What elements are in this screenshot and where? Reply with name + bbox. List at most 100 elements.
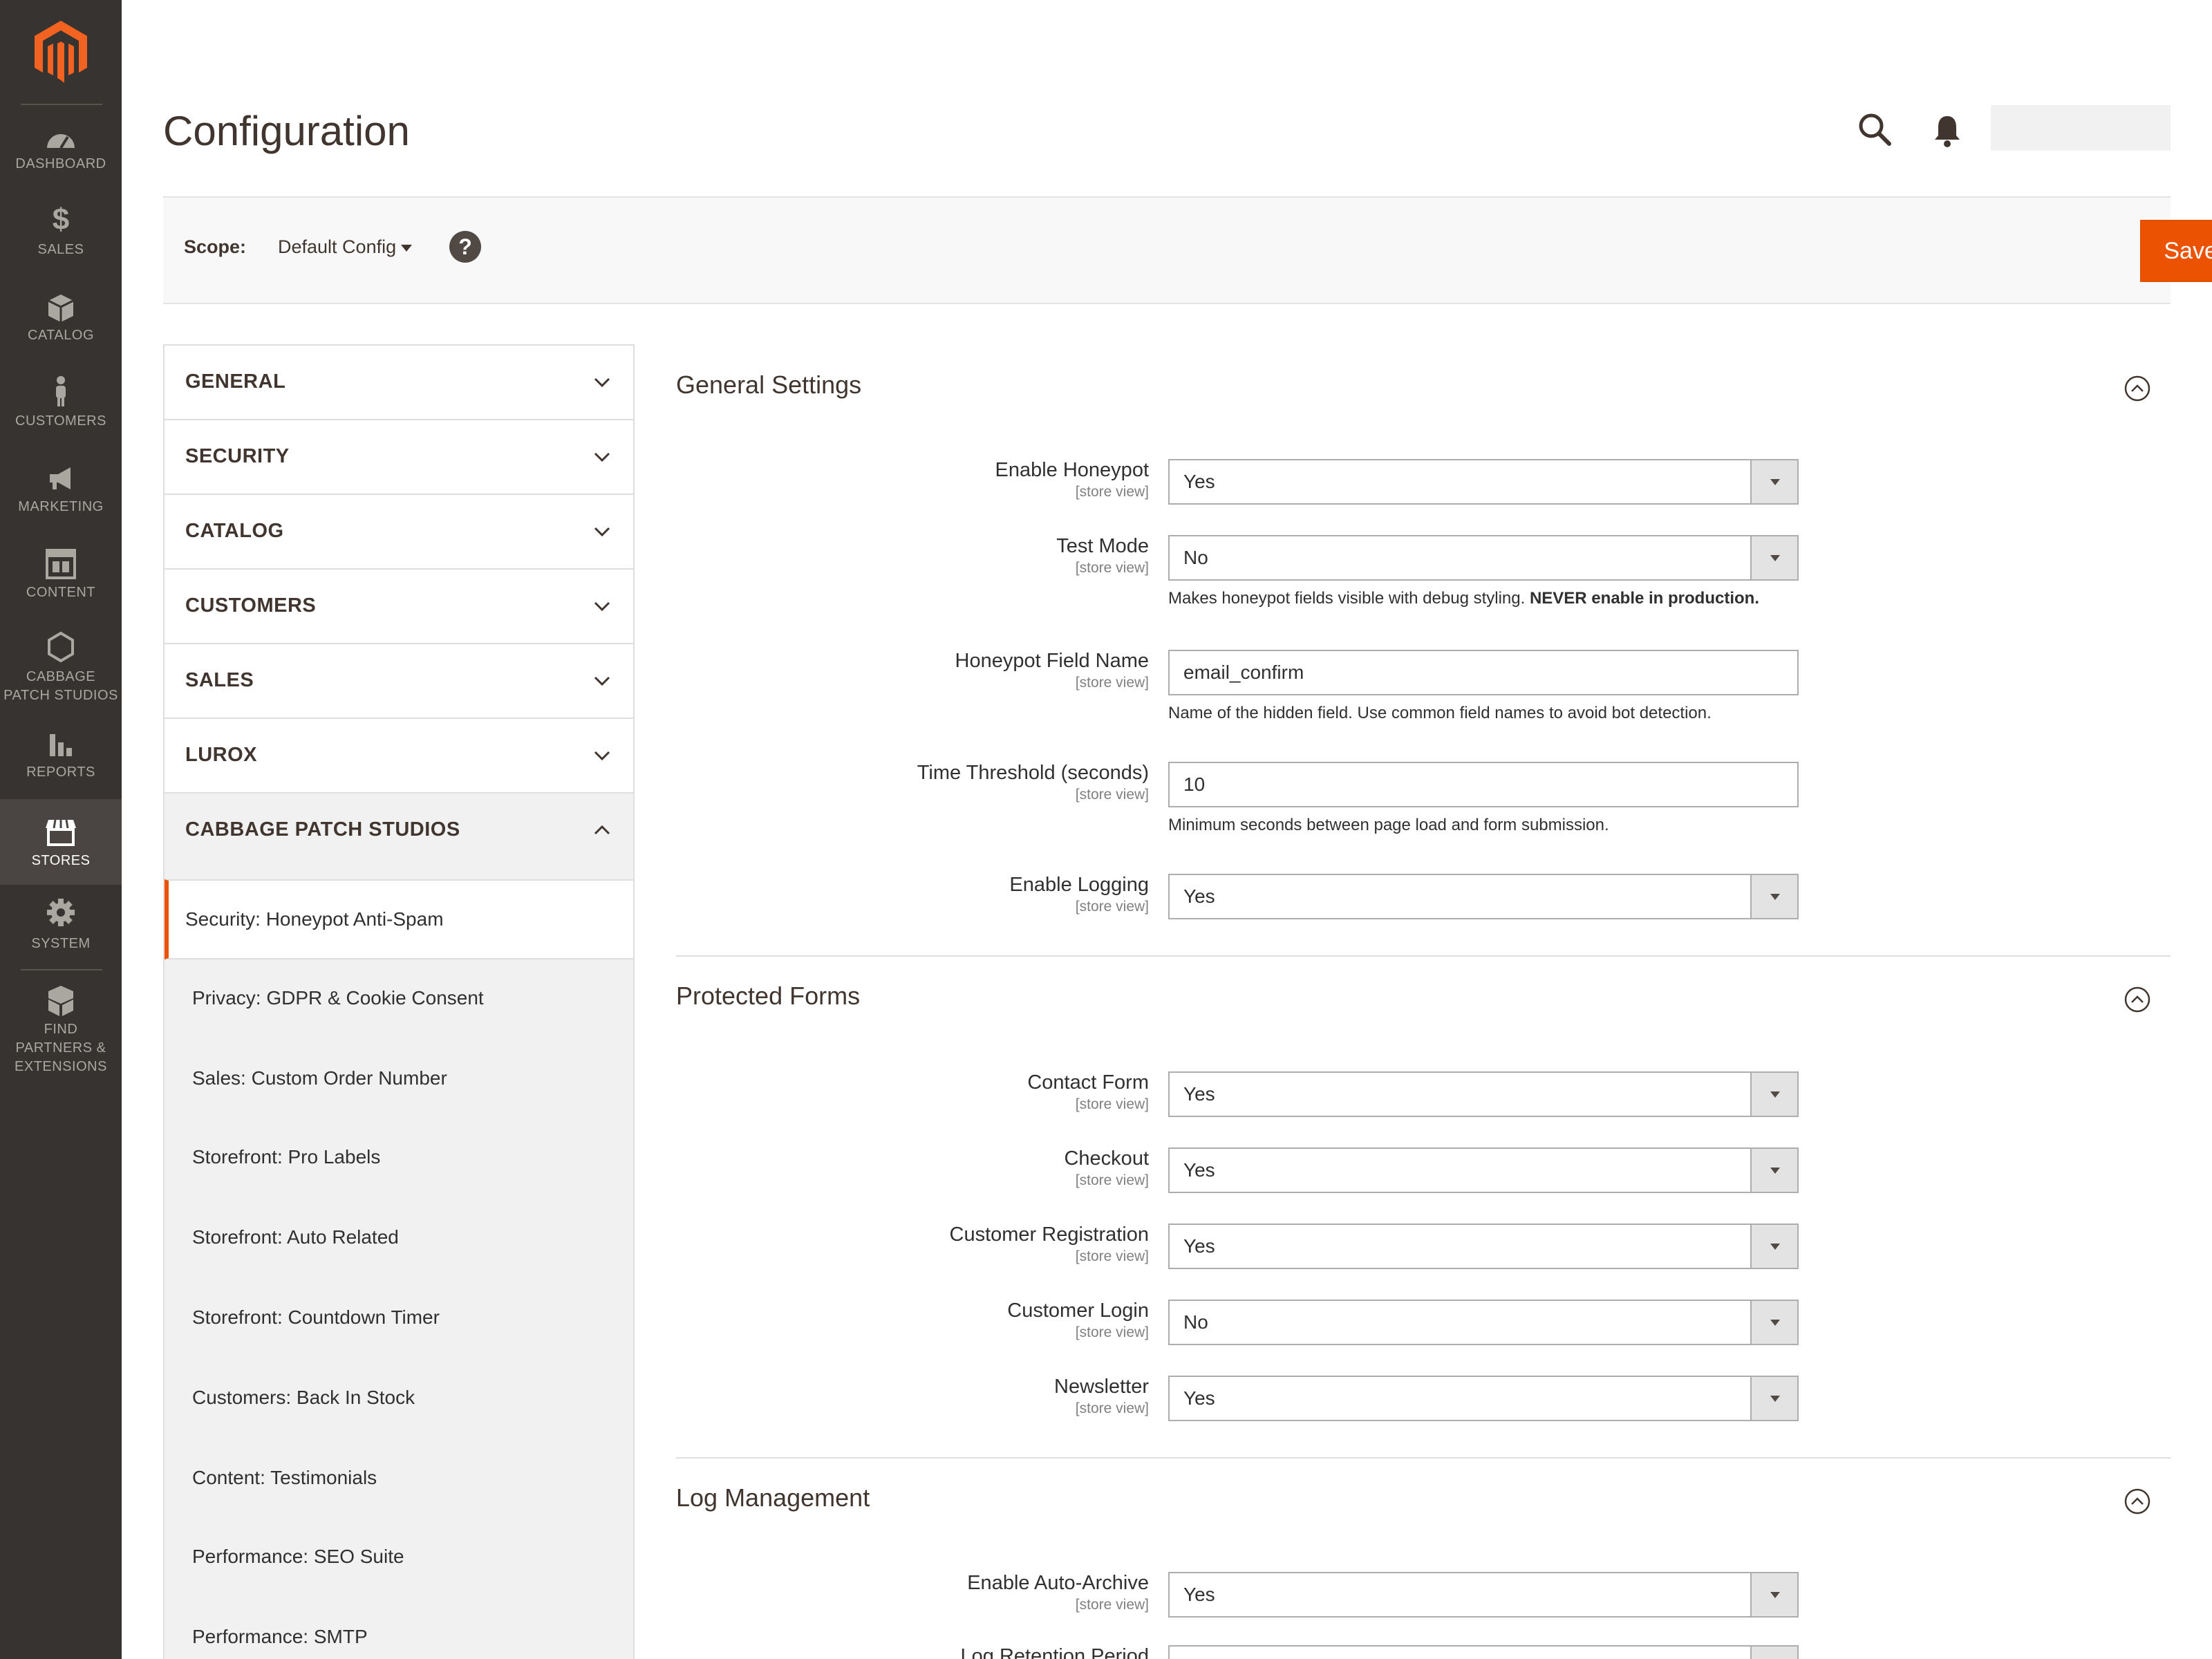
tab-security[interactable]: SECURITY bbox=[165, 420, 633, 495]
search-icon[interactable] bbox=[1856, 111, 1895, 149]
log-retention-period-select[interactable] bbox=[1168, 1645, 1799, 1659]
field-label: Enable Logging bbox=[1009, 874, 1149, 896]
section-divider bbox=[676, 1457, 2171, 1459]
subitem-pro-labels[interactable]: Storefront: Pro Labels bbox=[165, 1118, 633, 1199]
nav-catalog[interactable]: CATALOG bbox=[0, 288, 122, 373]
dashboard-icon bbox=[47, 134, 75, 149]
field-label: Contact Form bbox=[1027, 1071, 1149, 1094]
save-config-button[interactable]: Save Config bbox=[2140, 220, 2212, 282]
subitem-testimonials[interactable]: Content: Testimonials bbox=[165, 1439, 633, 1519]
field-label: Customer Login bbox=[1007, 1300, 1149, 1322]
field-scope: [store view] bbox=[1075, 899, 1149, 915]
subitem-seo-suite[interactable]: Performance: SEO Suite bbox=[165, 1518, 633, 1598]
box-icon bbox=[48, 294, 74, 322]
chevron-down-icon bbox=[594, 377, 610, 388]
enable-logging-select[interactable]: Yes bbox=[1168, 874, 1799, 919]
test-mode-select[interactable]: No bbox=[1168, 535, 1799, 581]
section-title-general[interactable]: General Settings bbox=[676, 371, 861, 400]
tab-cabbage-patch-studios[interactable]: CABBAGE PATCH STUDIOS bbox=[165, 794, 633, 868]
help-icon[interactable]: ? bbox=[449, 231, 481, 263]
tab-label: CATALOG bbox=[185, 520, 284, 542]
select-value: No bbox=[1183, 547, 1208, 568]
caret-down-icon[interactable] bbox=[401, 245, 412, 252]
collapse-circle-icon[interactable] bbox=[2124, 375, 2151, 402]
user-account-menu[interactable] bbox=[1991, 105, 2171, 151]
nav-content[interactable]: CONTENT bbox=[0, 545, 122, 630]
dropdown-arrow-icon[interactable] bbox=[1750, 536, 1797, 579]
tab-sales[interactable]: SALES bbox=[165, 644, 633, 719]
newsletter-select[interactable]: Yes bbox=[1168, 1376, 1799, 1421]
section-divider bbox=[676, 955, 2171, 957]
dropdown-arrow-icon[interactable] bbox=[1750, 1225, 1797, 1268]
tab-lurox[interactable]: LUROX bbox=[165, 719, 633, 794]
subitem-gdpr-cookie-consent[interactable]: Privacy: GDPR & Cookie Consent bbox=[165, 959, 633, 1040]
magento-logo-icon[interactable] bbox=[35, 21, 87, 83]
tab-label: SECURITY bbox=[185, 445, 290, 467]
nav-reports[interactable]: REPORTS bbox=[0, 723, 122, 809]
note-warning: NEVER enable in production. bbox=[1529, 589, 1759, 608]
subitem-countdown-timer[interactable]: Storefront: Countdown Timer bbox=[165, 1279, 633, 1359]
dropdown-arrow-icon[interactable] bbox=[1750, 875, 1797, 918]
collapse-circle-icon[interactable] bbox=[2124, 986, 2151, 1013]
hexagon-icon bbox=[48, 631, 74, 663]
nav-cabbage-patch-studios[interactable]: CABBAGE PATCH STUDIOS bbox=[0, 630, 122, 727]
field-label: Time Threshold (seconds) bbox=[917, 762, 1149, 784]
customer-registration-select[interactable]: Yes bbox=[1168, 1224, 1799, 1269]
contact-form-select[interactable]: Yes bbox=[1168, 1071, 1799, 1117]
scope-switcher[interactable]: Default Config bbox=[278, 236, 396, 258]
section-title-log-management[interactable]: Log Management bbox=[676, 1483, 870, 1512]
field-label: Checkout bbox=[1064, 1147, 1149, 1170]
dropdown-arrow-icon[interactable] bbox=[1750, 1573, 1797, 1616]
dropdown-arrow-icon[interactable] bbox=[1750, 1073, 1797, 1116]
nav-dashboard[interactable]: DASHBOARD bbox=[0, 116, 122, 202]
nav-system[interactable]: SYSTEM bbox=[0, 892, 122, 977]
subitem-label: Privacy: GDPR & Cookie Consent bbox=[192, 987, 484, 1009]
select-value: Yes bbox=[1183, 1235, 1215, 1257]
dropdown-arrow-icon[interactable] bbox=[1750, 1149, 1797, 1192]
customer-login-select[interactable]: No bbox=[1168, 1300, 1799, 1345]
admin-sidebar: DASHBOARD $ SALES CATALOG CUSTOMERS MARK… bbox=[0, 0, 122, 1659]
field-scope: [store view] bbox=[1075, 675, 1149, 691]
dropdown-arrow-icon[interactable] bbox=[1750, 460, 1797, 503]
time-threshold-input[interactable]: 10 bbox=[1168, 762, 1799, 807]
subitem-auto-related[interactable]: Storefront: Auto Related bbox=[165, 1199, 633, 1279]
chevron-down-icon bbox=[594, 601, 610, 612]
field-label: Customer Registration bbox=[949, 1224, 1150, 1246]
subitem-custom-order-number[interactable]: Sales: Custom Order Number bbox=[165, 1040, 633, 1120]
subitem-smtp[interactable]: Performance: SMTP bbox=[165, 1598, 633, 1659]
field-scope: [store view] bbox=[1075, 484, 1149, 500]
checkout-select[interactable]: Yes bbox=[1168, 1147, 1799, 1193]
dropdown-arrow-icon[interactable] bbox=[1750, 1301, 1797, 1344]
enable-auto-archive-select[interactable]: Yes bbox=[1168, 1572, 1799, 1618]
enable-honeypot-select[interactable]: Yes bbox=[1168, 459, 1799, 505]
select-value: Yes bbox=[1183, 885, 1215, 907]
subitem-label: Performance: SEO Suite bbox=[192, 1546, 404, 1567]
nav-find-partners[interactable]: FIND PARTNERS & EXTENSIONS bbox=[0, 982, 122, 1092]
nav-stores[interactable]: STORES bbox=[0, 799, 122, 885]
nav-customers[interactable]: CUSTOMERS bbox=[0, 373, 122, 459]
notification-bell-icon[interactable] bbox=[1932, 113, 1962, 148]
chevron-down-icon bbox=[594, 452, 610, 462]
select-value: Yes bbox=[1183, 471, 1215, 492]
subitem-label: Storefront: Countdown Timer bbox=[192, 1306, 440, 1328]
collapse-circle-icon[interactable] bbox=[2124, 1488, 2151, 1515]
tab-catalog[interactable]: CATALOG bbox=[165, 495, 633, 570]
tab-customers[interactable]: CUSTOMERS bbox=[165, 570, 633, 644]
nav-sales[interactable]: $ SALES bbox=[0, 202, 122, 288]
section-title-protected-forms[interactable]: Protected Forms bbox=[676, 982, 860, 1011]
subitem-label: Security: Honeypot Anti-Spam bbox=[185, 908, 444, 930]
scope-bar: Scope: Default Config ? Save Config bbox=[163, 196, 2212, 304]
subitem-honeypot-anti-spam[interactable]: Security: Honeypot Anti-Spam bbox=[165, 879, 633, 959]
dropdown-arrow-icon[interactable] bbox=[1750, 1377, 1797, 1420]
nav-marketing[interactable]: MARKETING bbox=[0, 459, 122, 545]
subitem-back-in-stock[interactable]: Customers: Back In Stock bbox=[165, 1359, 633, 1439]
field-note: Name of the hidden field. Use common fie… bbox=[1168, 704, 1712, 722]
dropdown-arrow-icon[interactable] bbox=[1750, 1647, 1797, 1659]
sidebar-divider bbox=[21, 104, 102, 105]
subitem-label: Storefront: Pro Labels bbox=[192, 1146, 381, 1168]
tab-label: GENERAL bbox=[185, 371, 286, 393]
field-label: Enable Honeypot bbox=[995, 459, 1150, 481]
honeypot-field-name-input[interactable]: email_confirm bbox=[1168, 650, 1799, 695]
tab-general[interactable]: GENERAL bbox=[165, 346, 633, 420]
chevron-down-icon bbox=[594, 676, 610, 686]
